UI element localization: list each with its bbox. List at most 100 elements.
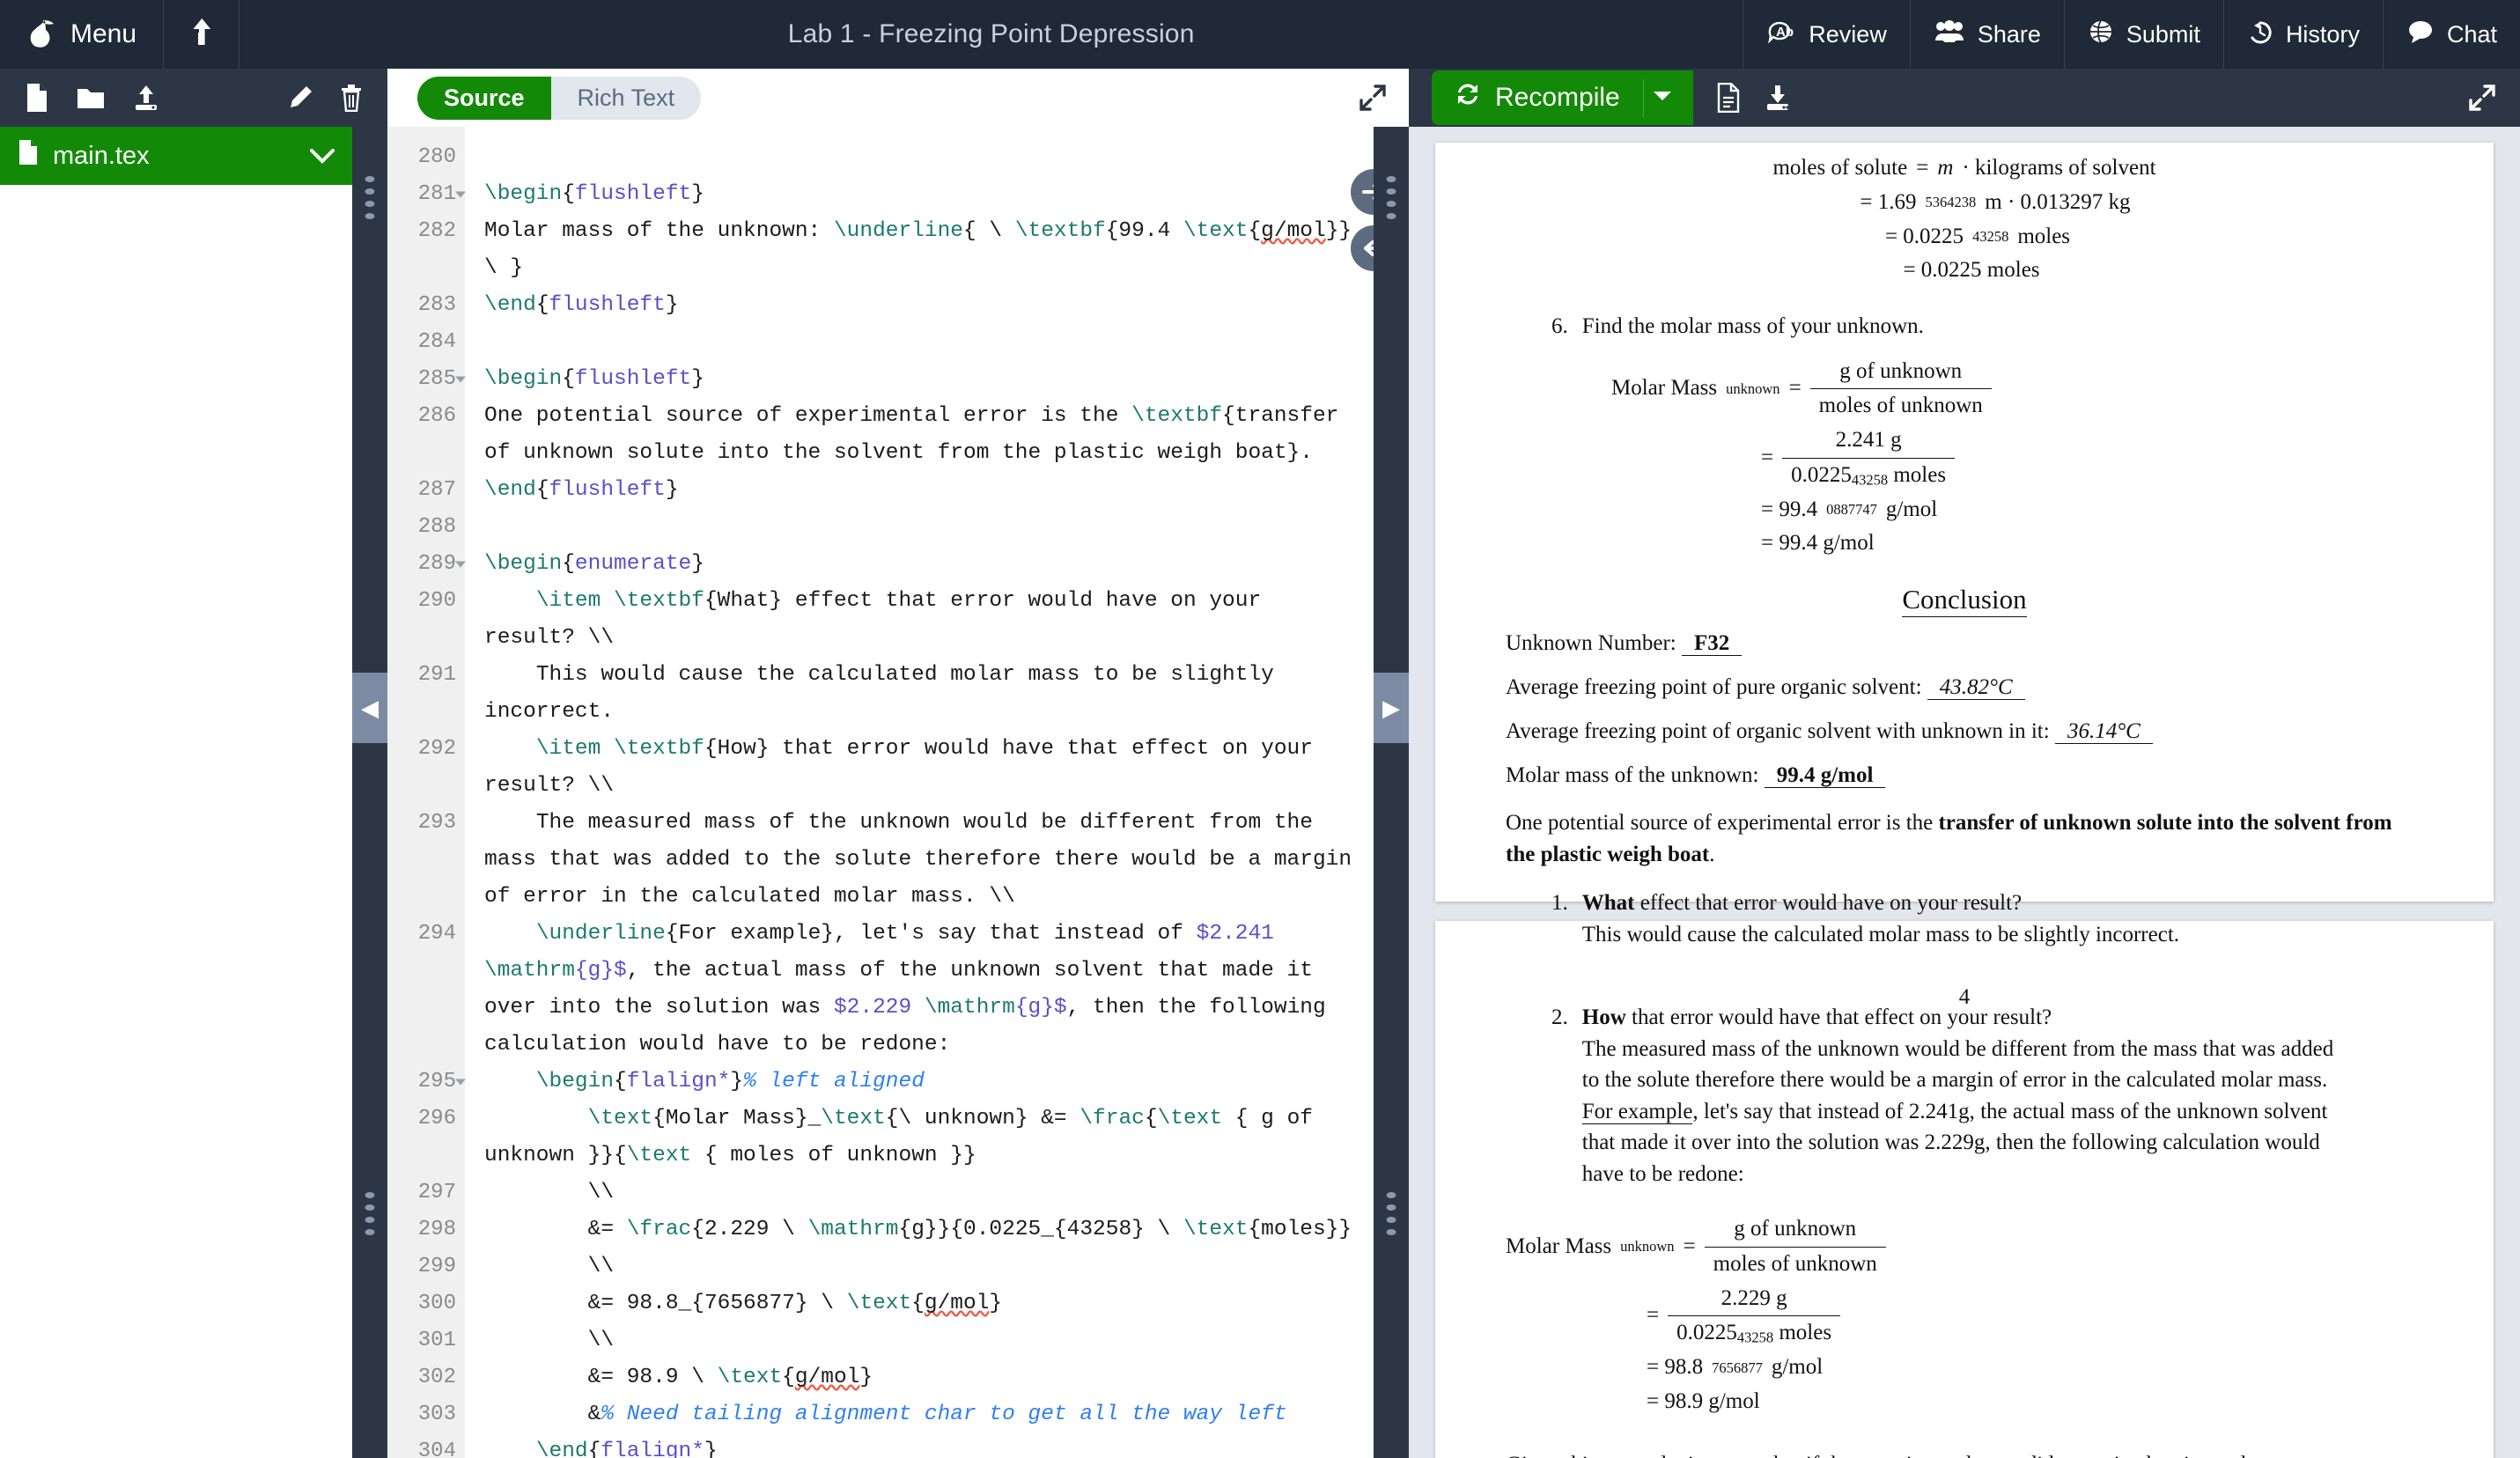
- recompile-button[interactable]: Recompile: [1432, 70, 1693, 125]
- main-body: main.tex ◀ 280 281 282 283 284 285 286 287 288 28…: [0, 127, 2520, 1458]
- line-number-289: 289: [387, 546, 466, 583]
- code-line-299[interactable]: \\: [484, 1248, 1358, 1285]
- chat-button[interactable]: Chat: [2382, 0, 2520, 69]
- eq-line2: = 1.69: [1860, 189, 1917, 214]
- left-panel-divider[interactable]: ◀: [352, 127, 387, 1458]
- fold-triangle-icon[interactable]: [455, 561, 466, 568]
- divider-grip-top[interactable]: [365, 176, 375, 219]
- publish-upload-button[interactable]: [164, 0, 240, 69]
- code-line-302[interactable]: &= 98.9 \ \text{g/mol}: [484, 1359, 1358, 1396]
- code-line-280[interactable]: [484, 139, 1358, 176]
- code-line-298[interactable]: &= \frac{2.229 \ \mathrm{g}}{0.0225_{432…: [484, 1211, 1358, 1248]
- code-line-295[interactable]: \begin{flalign*}% left aligned: [484, 1064, 1358, 1101]
- top-bar-actions: Ab Review Share Submit History Chat: [1743, 0, 2520, 69]
- code-line-285[interactable]: \begin{flushleft}: [484, 361, 1358, 398]
- trash-icon[interactable]: [340, 84, 363, 113]
- code-line-287[interactable]: \end{flushleft}: [484, 472, 1358, 509]
- code-line-304[interactable]: \end{flalign*}: [484, 1433, 1358, 1458]
- editor-expand-icon[interactable]: [1358, 83, 1388, 113]
- code-editor-panel[interactable]: 280 281 282 283 284 285 286 287 288 289 290 291 292 2…: [387, 127, 1374, 1458]
- fold-triangle-icon[interactable]: [455, 1079, 466, 1086]
- code-line-282[interactable]: Molar mass of the unknown: \underline{ \…: [484, 213, 1358, 287]
- review-button[interactable]: Ab Review: [1743, 0, 1910, 69]
- equals-sign: =: [1788, 376, 1802, 401]
- tab-source[interactable]: Source: [417, 76, 551, 120]
- conclusion-unknown-number: Unknown Number: F32: [1506, 631, 2423, 656]
- final-line1: Given this example, it means that if the…: [1506, 1453, 2246, 1458]
- mm-result-rounded: = 99.4 g/mol: [1761, 531, 1875, 556]
- code-line-303[interactable]: &% Need tailing alignment char to get al…: [484, 1396, 1358, 1433]
- refresh-icon: [1455, 81, 1481, 114]
- fraction-generic: g of unknown moles of unknown: [1704, 1212, 1886, 1282]
- fraction-denominator: 0.022543258 moles: [1782, 457, 1956, 493]
- submit-globe-icon: [2088, 18, 2114, 51]
- code-line-294[interactable]: \underline{For example}, let's say that …: [484, 916, 1358, 1064]
- code-line-301[interactable]: \\: [484, 1322, 1358, 1359]
- divider-grip-top[interactable]: [1386, 176, 1396, 219]
- divider-grip-bottom[interactable]: [365, 1192, 375, 1235]
- tab-rich-text[interactable]: Rich Text: [551, 77, 702, 120]
- q2-number: 2.: [1551, 1005, 1568, 1029]
- pencil-icon[interactable]: [287, 85, 313, 111]
- new-folder-icon[interactable]: [76, 85, 106, 111]
- file-tree-panel: main.tex: [0, 127, 352, 1458]
- sync-buttons: [1351, 169, 1374, 271]
- fraction-numerator: 2.241 g: [1835, 428, 1902, 452]
- upload-icon[interactable]: [132, 84, 160, 112]
- overleaf-logo-icon: [26, 17, 56, 52]
- right-panel-divider[interactable]: ▶: [1374, 127, 1409, 1458]
- mm-result-raw: = 98.8: [1647, 1355, 1704, 1379]
- latex-source-code[interactable]: \begin{flushleft} Molar mass of the unkno…: [465, 127, 1374, 1458]
- line-number-304: 304: [417, 1440, 456, 1458]
- collapse-pdf-button[interactable]: ▶: [1374, 673, 1409, 743]
- line-number-287: 287: [417, 478, 456, 502]
- conclusion-molar-mass: Molar mass of the unknown: 99.4 g/mol: [1506, 763, 2423, 788]
- eq-line3: = 0.0225: [1884, 224, 1964, 248]
- q2-text: that error would have that effect on you…: [1625, 1005, 2052, 1029]
- chevron-down-icon[interactable]: [1642, 78, 1693, 117]
- collapse-file-tree-button[interactable]: ◀: [352, 673, 387, 743]
- code-line-292[interactable]: \item \textbf{How} that error would have…: [484, 731, 1358, 805]
- code-line-283[interactable]: \end{flushleft}: [484, 287, 1358, 324]
- file-tree-item-label: main.tex: [53, 141, 150, 170]
- divider-grip-bottom[interactable]: [1386, 1192, 1396, 1235]
- fold-triangle-icon[interactable]: [455, 191, 466, 198]
- code-line-284[interactable]: [484, 324, 1358, 361]
- enumerate-item-6: 6. Find the molar mass of your unknown.: [1551, 311, 2423, 342]
- history-button[interactable]: History: [2222, 0, 2383, 69]
- code-line-300[interactable]: &= 98.8_{7656877} \ \text{g/mol}: [484, 1285, 1358, 1322]
- final-paragraph: Given this example, it means that if the…: [1506, 1449, 2423, 1458]
- fraction-numeric: 2.229 g 0.022543258 moles: [1668, 1282, 1841, 1351]
- review-icon: Ab: [1766, 18, 1796, 51]
- fraction-denominator: moles of unknown: [1704, 1246, 1886, 1282]
- code-line-296[interactable]: \text{Molar Mass}_\text{\ unknown} &= \f…: [484, 1101, 1358, 1174]
- code-line-286[interactable]: One potential source of experimental err…: [484, 398, 1358, 472]
- sync-to-code-button[interactable]: [1351, 225, 1374, 271]
- eq-line3-sub: 43258: [1972, 228, 2009, 246]
- code-line-289[interactable]: \begin{enumerate}: [484, 546, 1358, 583]
- share-icon: [1934, 19, 1965, 50]
- sync-to-pdf-button[interactable]: [1351, 169, 1374, 215]
- code-line-281[interactable]: \begin{flushleft}: [484, 176, 1358, 213]
- download-pdf-icon[interactable]: [1764, 84, 1792, 112]
- code-line-291[interactable]: This would cause the calculated molar ma…: [484, 657, 1358, 731]
- code-line-297[interactable]: \\: [484, 1174, 1358, 1211]
- new-file-icon[interactable]: [25, 83, 49, 113]
- line-number-301: 301: [417, 1329, 456, 1352]
- pdf-expand-icon[interactable]: [2467, 83, 2497, 113]
- document-logs-icon[interactable]: [1716, 82, 1741, 114]
- source-richtext-toggle[interactable]: Source Rich Text: [416, 74, 704, 122]
- file-tree-item-main-tex[interactable]: main.tex: [0, 127, 352, 185]
- q2-answer-line5: have to be redone:: [1581, 1161, 1744, 1186]
- line-number-293: 293: [417, 811, 456, 835]
- pdf-preview-panel[interactable]: moles of solute = m · kilograms of solve…: [1409, 127, 2520, 1458]
- chevron-down-icon[interactable]: [310, 142, 335, 171]
- code-line-293[interactable]: The measured mass of the unknown would b…: [484, 805, 1358, 916]
- code-line-290[interactable]: \item \textbf{What} effect that error wo…: [484, 583, 1358, 657]
- molar-mass-label: Molar Mass: [1611, 376, 1718, 401]
- code-line-288[interactable]: [484, 509, 1358, 546]
- fold-triangle-icon[interactable]: [455, 376, 466, 383]
- share-button[interactable]: Share: [1909, 0, 2064, 69]
- submit-button[interactable]: Submit: [2063, 0, 2223, 69]
- menu-button[interactable]: Menu: [0, 0, 165, 69]
